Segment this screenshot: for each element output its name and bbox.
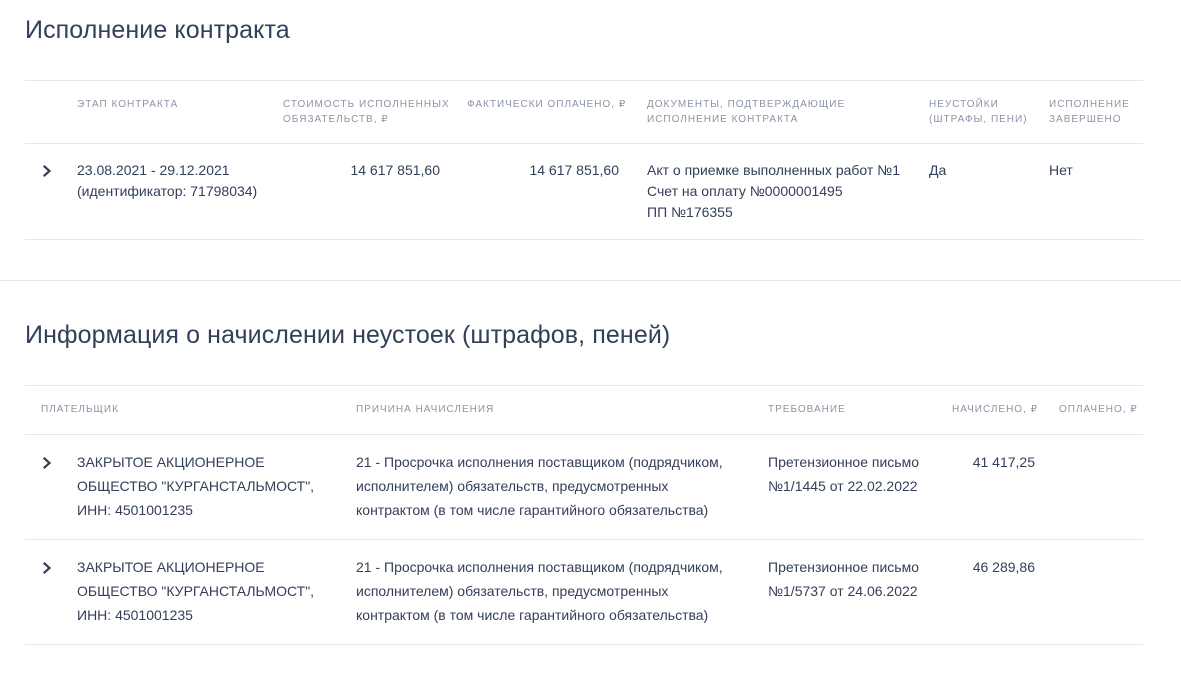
header-docs: ДОКУМЕНТЫ, ПОДТВЕРЖДАЮЩИЕ ИСПОЛНЕНИЕ КОН…	[647, 97, 845, 127]
header-docs-line2: ИСПОЛНЕНИЕ КОНТРАКТА	[647, 114, 799, 125]
reason-cell: 21 - Просрочка исполнения поставщиком (п…	[356, 450, 723, 522]
header-penalties-line1: НЕУСТОЙКИ	[929, 99, 999, 110]
section-title-contract-execution: Исполнение контракта	[25, 16, 290, 44]
section-title-penalties-info: Информация о начислении неустоек (штрафо…	[25, 321, 671, 349]
demand-line: №1/5737 от 24.06.2022	[768, 583, 918, 599]
header-stage: ЭТАП КОНТРАКТА	[77, 99, 179, 110]
demand-line: №1/1445 от 22.02.2022	[768, 478, 918, 494]
reason-line: 21 - Просрочка исполнения поставщиком (п…	[356, 559, 723, 575]
row-bottom-border	[25, 644, 1143, 645]
header-penalties-line2: (ШТРАФЫ, ПЕНИ)	[929, 114, 1028, 125]
reason-line: исполнителем) обязательств, предусмотрен…	[356, 583, 669, 599]
stage-identifier: (идентификатор: 71798034)	[77, 183, 258, 199]
doc-item: ПП №176355	[647, 204, 733, 220]
header-cost-line2: ОБЯЗАТЕЛЬСТВ, ₽	[283, 114, 389, 125]
cost-cell: 14 617 851,60	[350, 162, 440, 178]
header-completed: ИСПОЛНЕНИЕ ЗАВЕРШЕНО	[1049, 97, 1130, 127]
header-payer: ПЛАТЕЛЬЩИК	[41, 404, 119, 415]
payer-line: ОБЩЕСТВО "КУРГАНСТАЛЬМОСТ",	[77, 583, 315, 599]
accrued-cell: 46 289,86	[972, 559, 1035, 575]
payer-line: ОБЩЕСТВО "КУРГАНСТАЛЬМОСТ",	[77, 478, 315, 494]
reason-line: 21 - Просрочка исполнения поставщиком (п…	[356, 454, 723, 470]
reason-line: контрактом (в том числе гарантийного обя…	[356, 607, 709, 623]
row-bottom-border	[25, 539, 1143, 540]
doc-item: Счет на оплату №0000001495	[647, 183, 843, 199]
payer-cell: ЗАКРЫТОЕ АКЦИОНЕРНОЕ ОБЩЕСТВО "КУРГАНСТА…	[77, 450, 314, 522]
demand-line: Претензионное письмо	[768, 454, 919, 470]
section-divider	[0, 280, 1181, 281]
payer-inn: ИНН: 4501001235	[77, 502, 193, 518]
header-demand: ТРЕБОВАНИЕ	[768, 404, 846, 415]
header-reason: ПРИЧИНА НАЧИСЛЕНИЯ	[356, 404, 495, 415]
chevron-right-icon[interactable]	[40, 456, 54, 470]
header-completed-line2: ЗАВЕРШЕНО	[1049, 114, 1122, 125]
payer-cell: ЗАКРЫТОЕ АКЦИОНЕРНОЕ ОБЩЕСТВО "КУРГАНСТА…	[77, 555, 314, 627]
demand-cell: Претензионное письмо №1/5737 от 24.06.20…	[768, 555, 919, 603]
stage-cell: 23.08.2021 - 29.12.2021 (идентификатор: …	[77, 160, 257, 202]
table-top-border	[25, 80, 1143, 81]
header-paid-penalty: ОПЛАЧЕНО, ₽	[1059, 404, 1138, 415]
table-top-border	[25, 385, 1143, 386]
payer-line: ЗАКРЫТОЕ АКЦИОНЕРНОЕ	[77, 559, 265, 575]
docs-cell: Акт о приемке выполненных работ №1 Счет …	[647, 160, 900, 223]
accrued-cell: 41 417,25	[972, 454, 1035, 470]
paid-cell: 14 617 851,60	[529, 162, 619, 178]
header-paid: ФАКТИЧЕСКИ ОПЛАЧЕНО, ₽	[467, 99, 627, 110]
penalties-cell: Да	[929, 162, 947, 178]
reason-line: исполнителем) обязательств, предусмотрен…	[356, 478, 669, 494]
reason-cell: 21 - Просрочка исполнения поставщиком (п…	[356, 555, 723, 627]
header-docs-line1: ДОКУМЕНТЫ, ПОДТВЕРЖДАЮЩИЕ	[647, 99, 846, 110]
chevron-right-icon[interactable]	[40, 164, 54, 178]
demand-line: Претензионное письмо	[768, 559, 919, 575]
header-bottom-border	[25, 143, 1143, 144]
stage-dates: 23.08.2021 - 29.12.2021	[77, 162, 230, 178]
header-cost-line1: СТОИМОСТЬ ИСПОЛНЕННЫХ	[283, 99, 450, 110]
payer-inn: ИНН: 4501001235	[77, 607, 193, 623]
header-penalties: НЕУСТОЙКИ (ШТРАФЫ, ПЕНИ)	[929, 97, 1028, 127]
row-bottom-border	[25, 239, 1143, 240]
reason-line: контрактом (в том числе гарантийного обя…	[356, 502, 709, 518]
doc-item: Акт о приемке выполненных работ №1	[647, 162, 900, 178]
header-accrued: НАЧИСЛЕНО, ₽	[952, 404, 1039, 415]
header-cost: СТОИМОСТЬ ИСПОЛНЕННЫХ ОБЯЗАТЕЛЬСТВ, ₽	[283, 97, 450, 127]
payer-line: ЗАКРЫТОЕ АКЦИОНЕРНОЕ	[77, 454, 265, 470]
demand-cell: Претензионное письмо №1/1445 от 22.02.20…	[768, 450, 919, 498]
chevron-right-icon[interactable]	[40, 561, 54, 575]
completed-cell: Нет	[1049, 162, 1073, 178]
header-completed-line1: ИСПОЛНЕНИЕ	[1049, 99, 1130, 110]
header-bottom-border	[25, 434, 1143, 435]
